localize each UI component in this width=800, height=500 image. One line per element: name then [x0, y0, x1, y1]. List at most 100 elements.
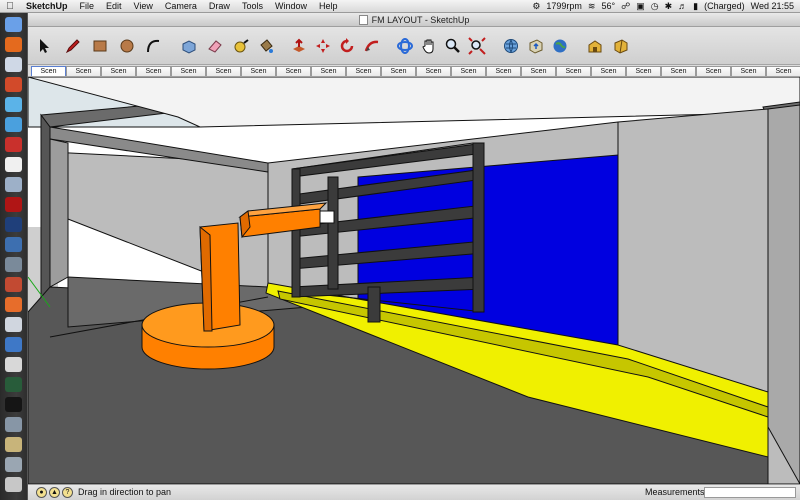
scene-tab-12[interactable]: Scen [416, 66, 451, 76]
rotate-tool[interactable] [336, 35, 358, 57]
toolbar [28, 27, 800, 65]
fan-speed[interactable]: 1799rpm [546, 1, 582, 11]
arc-tool[interactable] [142, 35, 164, 57]
firefox-icon[interactable] [5, 37, 22, 52]
menu-edit[interactable]: Edit [100, 1, 128, 11]
follow-me-tool[interactable] [361, 35, 383, 57]
rectangle-tool[interactable] [89, 35, 111, 57]
menu-tools[interactable]: Tools [236, 1, 269, 11]
temperature[interactable]: 56° [601, 1, 615, 11]
credits-icon[interactable]: ▲ [49, 487, 60, 498]
apple-menu-icon[interactable]:  [0, 1, 20, 12]
photo-icon[interactable] [5, 77, 22, 92]
menu-draw[interactable]: Draw [203, 1, 236, 11]
time-machine-icon[interactable]: ◷ [651, 1, 659, 12]
dashboard-icon[interactable] [5, 337, 22, 352]
activity-monitor-icon[interactable] [5, 377, 22, 392]
trash-icon[interactable] [5, 477, 22, 492]
scene-tab-5[interactable]: Scen [171, 66, 206, 76]
ical-icon[interactable] [5, 157, 22, 172]
scene-tab-14[interactable]: Scen [486, 66, 521, 76]
push-pull-tool[interactable] [288, 35, 310, 57]
battery-status[interactable]: (Charged) [704, 1, 745, 11]
address-book-icon[interactable] [5, 137, 22, 152]
scene-tab-4[interactable]: Scen [136, 66, 171, 76]
paint-bucket-tool[interactable] [255, 35, 277, 57]
scene-tab-17[interactable]: Scen [591, 66, 626, 76]
safari-icon[interactable] [5, 117, 22, 132]
title-bar[interactable]: FM LAYOUT - SketchUp [28, 13, 800, 27]
finder-icon[interactable] [5, 17, 22, 32]
model-viewport[interactable] [28, 77, 800, 484]
pencil-tool[interactable] [62, 35, 84, 57]
make-component-tool[interactable] [178, 35, 200, 57]
bluetooth-icon[interactable]: ✱ [665, 1, 673, 12]
scene-tab-15[interactable]: Scen [521, 66, 556, 76]
documents-icon[interactable] [5, 457, 22, 472]
script-icon[interactable] [5, 437, 22, 452]
circle-tool[interactable] [116, 35, 138, 57]
scene-tab-20[interactable]: Scen [696, 66, 731, 76]
scene-tab-6[interactable]: Scen [206, 66, 241, 76]
scene-tab-19[interactable]: Scen [661, 66, 696, 76]
select-tool[interactable] [33, 35, 55, 57]
calculator-icon[interactable] [5, 357, 22, 372]
scene-tab-7[interactable]: Scen [241, 66, 276, 76]
zoom-extents-tool[interactable] [466, 35, 488, 57]
volume-icon[interactable]: ♬ [678, 1, 687, 11]
scene-tab-21[interactable]: Scen [731, 66, 766, 76]
scene-tab-11[interactable]: Scen [381, 66, 416, 76]
ai-icon[interactable] [5, 277, 22, 292]
pan-tool[interactable] [418, 35, 440, 57]
scene-tab-2[interactable]: Scen [66, 66, 101, 76]
google-earth-tool[interactable] [549, 35, 571, 57]
circle-icon [120, 39, 134, 53]
orbit-tool[interactable] [394, 35, 416, 57]
scene-tab-10[interactable]: Scen [346, 66, 381, 76]
wifi-icon[interactable]: ≋ [588, 1, 596, 12]
itunes-icon[interactable] [5, 97, 22, 112]
tape-measure-tool[interactable] [230, 35, 252, 57]
clock[interactable]: Wed 21:55 [751, 1, 794, 11]
menu-window[interactable]: Window [269, 1, 313, 11]
photoshop-icon[interactable] [5, 217, 22, 232]
measurements-input[interactable] [704, 487, 796, 498]
display-icon[interactable]: ▣ [636, 1, 645, 12]
share-icon [529, 39, 543, 54]
fan-icon[interactable]: ⚙ [532, 1, 540, 12]
sketchup-icon[interactable] [5, 297, 22, 312]
app-icon[interactable] [5, 257, 22, 272]
warehouse-tool[interactable] [584, 35, 606, 57]
scene-tab-3[interactable]: Scen [101, 66, 136, 76]
scene-tab-22[interactable]: Scen [766, 66, 800, 76]
scene-tab-16[interactable]: Scen [556, 66, 591, 76]
menu-app-name[interactable]: SketchUp [20, 1, 74, 11]
menu-view[interactable]: View [128, 1, 159, 11]
mail-icon[interactable] [5, 57, 22, 72]
google-earth-icon[interactable] [5, 237, 22, 252]
zoom-tool[interactable] [442, 35, 464, 57]
menu-help[interactable]: Help [313, 1, 344, 11]
scene-tab-13[interactable]: Scen [451, 66, 486, 76]
move-tool[interactable] [312, 35, 334, 57]
geolocation-icon[interactable]: ● [36, 487, 47, 498]
terminal-icon[interactable] [5, 397, 22, 412]
help-icon[interactable]: ? [62, 487, 73, 498]
spotlight-icon[interactable] [5, 317, 22, 332]
eraser-tool[interactable] [204, 35, 226, 57]
scene-tab-9[interactable]: Scen [311, 66, 346, 76]
scene-tab-8[interactable]: Scen [276, 66, 311, 76]
scene-tab-18[interactable]: Scen [626, 66, 661, 76]
acrobat-icon[interactable] [5, 197, 22, 212]
sync-icon[interactable]: ☍ [621, 1, 630, 12]
preview-icon[interactable] [5, 177, 22, 192]
scene-tab-1[interactable]: Scen [31, 66, 66, 76]
battery-icon[interactable]: ▮ [693, 1, 698, 12]
extension-tool[interactable] [610, 35, 632, 57]
get-models-tool[interactable] [500, 35, 522, 57]
tape-icon [234, 39, 249, 53]
menu-file[interactable]: File [74, 1, 101, 11]
menu-camera[interactable]: Camera [159, 1, 203, 11]
utility-icon[interactable] [5, 417, 22, 432]
share-model-tool[interactable] [525, 35, 547, 57]
